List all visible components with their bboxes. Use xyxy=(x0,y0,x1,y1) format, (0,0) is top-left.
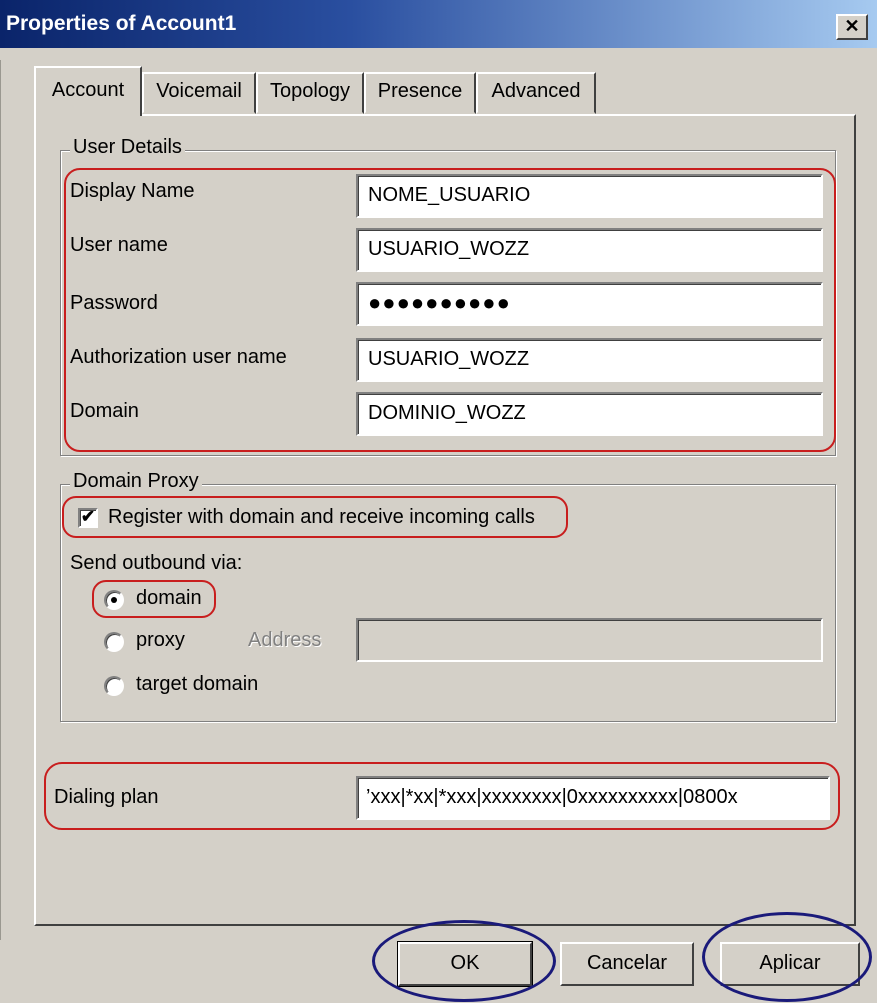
radio-target-domain-label[interactable]: target domain xyxy=(136,673,258,696)
address-field[interactable] xyxy=(356,618,823,662)
window-edge xyxy=(0,60,1,940)
send-outbound-label: Send outbound via: xyxy=(70,552,243,574)
dialing-plan-highlight xyxy=(44,762,840,830)
close-icon: ✕ xyxy=(844,16,860,36)
ok-button-highlight xyxy=(372,920,556,1002)
radio-target-domain[interactable] xyxy=(104,676,124,696)
address-label: Address xyxy=(248,629,322,651)
radio-proxy-label[interactable]: proxy xyxy=(136,629,185,652)
domain-proxy-label: Domain Proxy xyxy=(70,470,202,493)
cancel-button[interactable]: Cancelar xyxy=(560,942,694,986)
user-details-label: User Details xyxy=(70,136,185,159)
apply-button-highlight xyxy=(702,912,872,1002)
radio-proxy[interactable] xyxy=(104,632,124,652)
tab-account[interactable]: Account xyxy=(34,66,142,116)
window-title: Properties of Account1 xyxy=(6,12,237,35)
tab-advanced[interactable]: Advanced xyxy=(476,72,596,114)
tab-presence[interactable]: Presence xyxy=(364,72,476,114)
tab-topology[interactable]: Topology xyxy=(256,72,364,114)
domain-radio-highlight xyxy=(92,580,216,618)
user-details-highlight xyxy=(64,168,836,452)
tab-voicemail[interactable]: Voicemail xyxy=(142,72,256,114)
close-button[interactable]: ✕ xyxy=(836,14,868,40)
register-highlight xyxy=(62,496,568,538)
